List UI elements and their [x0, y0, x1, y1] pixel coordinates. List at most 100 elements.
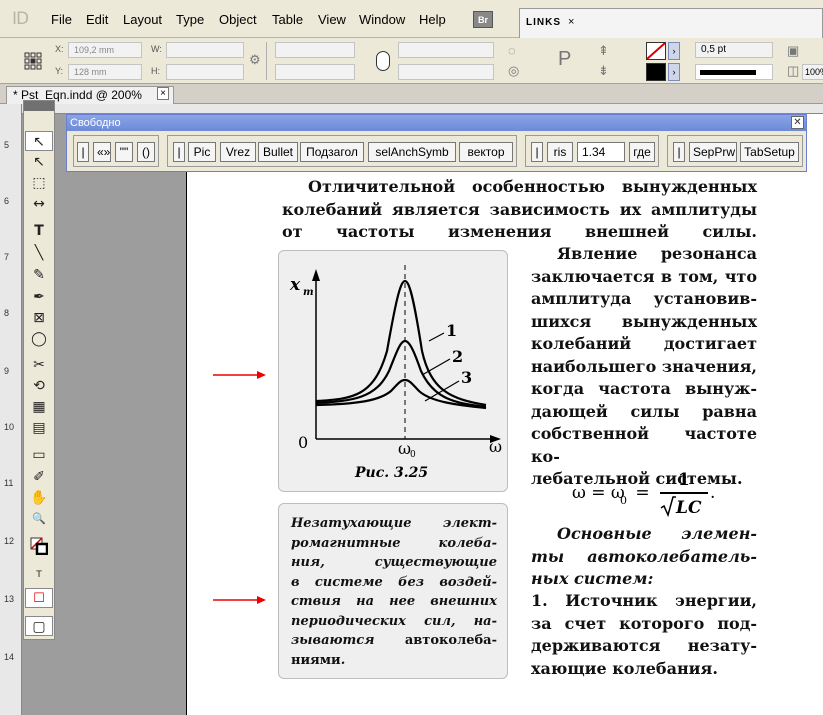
- rotate-icon[interactable]: ◌: [508, 43, 516, 58]
- pic-button[interactable]: Pic: [188, 142, 216, 162]
- menu-object[interactable]: Object: [219, 12, 257, 27]
- menu-type[interactable]: Type: [176, 12, 204, 27]
- gradient-feather-tool-icon[interactable]: ▤: [25, 418, 53, 438]
- vrez-button[interactable]: Vrez: [220, 142, 256, 162]
- menu-view[interactable]: View: [318, 12, 346, 27]
- screen-mode-icon[interactable]: ▢: [25, 616, 53, 636]
- ellipse-tool-icon[interactable]: ◯: [25, 329, 53, 349]
- figure-box[interactable]: x m 0 ω ω 0 1 2 3 Рис. 3.25: [278, 250, 508, 492]
- shear-field[interactable]: [398, 64, 494, 80]
- bullet-button[interactable]: Bullet: [258, 142, 298, 162]
- vertical-ruler[interactable]: 5 6 7 8 9 10 11 12 13 14: [0, 104, 22, 715]
- text-line: ния, существующие: [291, 555, 497, 570]
- text-line: Основные элемен-: [557, 524, 757, 543]
- reference-point-icon[interactable]: [24, 52, 42, 70]
- distribute-icon[interactable]: ⇟: [598, 63, 609, 79]
- note-tool-icon[interactable]: ▭: [25, 445, 53, 465]
- sel-anch-symb-button[interactable]: selAnchSymb: [368, 142, 456, 162]
- links-panel-close-icon[interactable]: ×: [568, 16, 574, 28]
- document-tab-close-icon[interactable]: ×: [157, 87, 169, 100]
- zoom-field[interactable]: 100%: [802, 64, 823, 80]
- fill-swatch-icon[interactable]: [646, 42, 666, 60]
- intro-paragraph: Отличительной особенностью вынужденных к…: [282, 176, 757, 244]
- sep-prw-button[interactable]: SepPrw: [689, 142, 737, 162]
- wrap-icon[interactable]: ▣: [787, 43, 799, 59]
- free-transform-tool-icon[interactable]: ⟲: [25, 376, 53, 396]
- menu-table[interactable]: Table: [272, 12, 303, 27]
- ris-button[interactable]: ris: [547, 142, 573, 162]
- tab-setup-button[interactable]: TabSetup: [740, 142, 799, 162]
- eyedropper-tool-icon[interactable]: ✐: [25, 467, 53, 487]
- separator-button[interactable]: |: [531, 142, 543, 162]
- menu-window[interactable]: Window: [359, 12, 405, 27]
- rectangle-frame-tool-icon[interactable]: ⊠: [25, 308, 53, 328]
- line-tool-icon[interactable]: ╲: [25, 243, 53, 263]
- flip-icon[interactable]: ◎: [508, 63, 519, 79]
- menu-layout[interactable]: Layout: [123, 12, 162, 27]
- text-line: 1. Источник энергии,: [531, 591, 757, 610]
- constrain-proportions-icon[interactable]: ⚙: [249, 52, 261, 68]
- definition-note-box[interactable]: Незатухающие элект- ромагнитные колеба- …: [278, 503, 508, 679]
- y-axis-subscript: m: [303, 287, 314, 298]
- page-tool-icon[interactable]: ⬚: [25, 173, 53, 193]
- separator-button[interactable]: |: [173, 142, 185, 162]
- scale-x-field[interactable]: [275, 42, 355, 58]
- stroke-weight-field[interactable]: 0,5 pt: [695, 42, 773, 58]
- direct-selection-tool-icon[interactable]: ↖: [25, 152, 53, 172]
- menu-file[interactable]: File: [51, 12, 72, 27]
- zoom-tool-icon[interactable]: 🔍: [25, 509, 53, 529]
- fill-stroke-icon[interactable]: [30, 537, 49, 556]
- link-icon[interactable]: [376, 51, 390, 71]
- hand-tool-icon[interactable]: ✋: [25, 488, 53, 508]
- fill-arrow-icon[interactable]: ›: [668, 42, 680, 60]
- text-line: от частоты изменения внешней силы.: [282, 222, 757, 241]
- bridge-button[interactable]: Br: [473, 11, 493, 28]
- parentheses-button[interactable]: (): [137, 142, 155, 162]
- scissors-tool-icon[interactable]: ✂: [25, 355, 53, 375]
- w-field[interactable]: [166, 42, 244, 58]
- separator-button[interactable]: |: [673, 142, 685, 162]
- guillemets-button[interactable]: «»: [93, 142, 111, 162]
- y-field[interactable]: 128 mm: [68, 64, 142, 80]
- vector-button[interactable]: вектор: [459, 142, 513, 162]
- gap-tool-icon[interactable]: ↔: [25, 194, 53, 214]
- script-panel-close-icon[interactable]: ✕: [791, 116, 804, 129]
- scale-y-field[interactable]: [275, 64, 355, 80]
- pencil-tool-icon[interactable]: ✒: [25, 287, 53, 307]
- ris-number-input[interactable]: 1.34: [577, 142, 625, 162]
- opacity-icon[interactable]: ◫: [787, 63, 799, 79]
- tools-panel-header[interactable]: [24, 101, 54, 111]
- stroke-swatch-icon[interactable]: [646, 63, 666, 81]
- menu-edit[interactable]: Edit: [86, 12, 108, 27]
- horizontal-ruler[interactable]: [22, 104, 823, 114]
- quotes-button[interactable]: "": [115, 142, 133, 162]
- stroke-type-dropdown[interactable]: [695, 64, 773, 80]
- rotate-field[interactable]: [398, 42, 494, 58]
- gde-button[interactable]: где: [629, 142, 655, 162]
- type-tool-icon[interactable]: T: [25, 221, 53, 241]
- selection-tool-icon[interactable]: ↖: [25, 131, 53, 151]
- stroke-arrow-icon[interactable]: ›: [668, 63, 680, 81]
- sqrt-icon: [660, 496, 676, 517]
- text-line: периодических сил, на-: [291, 613, 497, 629]
- h-field[interactable]: [166, 64, 244, 80]
- text-line: ствия на нее внешних: [291, 594, 497, 609]
- formatting-container-icon[interactable]: T: [25, 565, 53, 585]
- subheading-button[interactable]: Подзагол: [300, 142, 364, 162]
- formula-denominator: LC: [676, 498, 702, 518]
- x-field[interactable]: 109,2 mm: [68, 42, 142, 58]
- text-line: держиваются незату-: [531, 636, 757, 655]
- menu-help[interactable]: Help: [419, 12, 446, 27]
- figure-caption: Рис. 3.25: [355, 465, 429, 481]
- note-term: автоколеба-: [404, 633, 497, 648]
- script-panel-title[interactable]: Свободно: [67, 115, 806, 131]
- separator-button[interactable]: |: [77, 142, 89, 162]
- align-icon[interactable]: ⇞: [598, 43, 609, 59]
- gradient-tool-icon[interactable]: ▦: [25, 397, 53, 417]
- apply-none-icon[interactable]: ☐: [25, 588, 53, 608]
- pen-tool-icon[interactable]: ✎: [25, 265, 53, 285]
- ruler-label: 14: [4, 652, 15, 662]
- links-panel-tab[interactable]: LINKS: [526, 17, 561, 28]
- ruler-label: 7: [4, 252, 10, 262]
- y-axis-label: x: [290, 275, 301, 295]
